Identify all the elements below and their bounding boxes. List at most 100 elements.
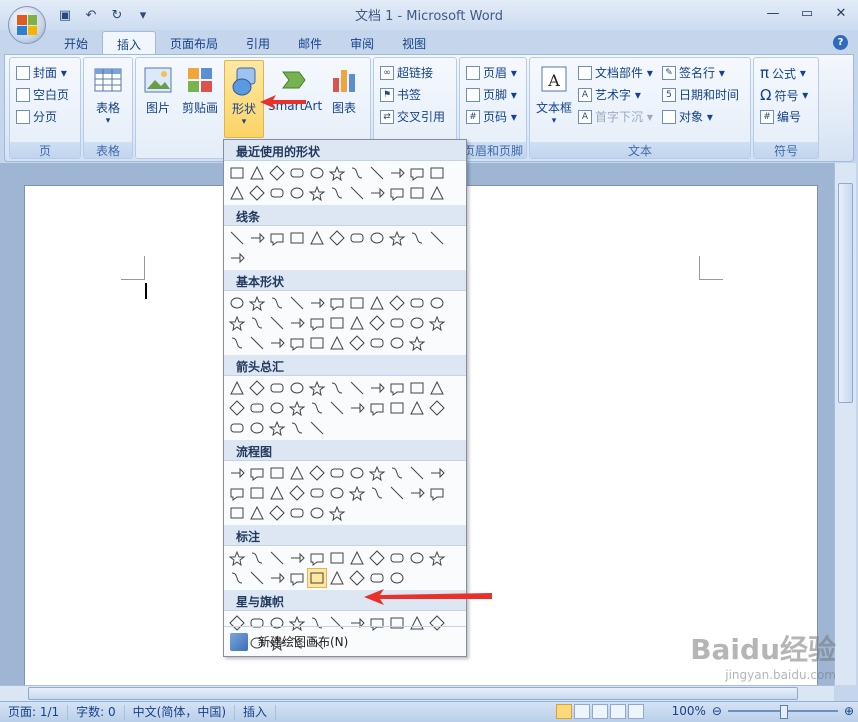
shape-option[interactable] (367, 333, 387, 353)
shape-option[interactable] (387, 548, 407, 568)
zoom-slider[interactable] (727, 705, 838, 719)
shape-option[interactable] (387, 313, 407, 333)
shape-option[interactable] (307, 313, 327, 333)
shape-option[interactable] (227, 248, 247, 268)
undo-icon[interactable]: ↶ (80, 6, 102, 24)
shape-option[interactable] (347, 333, 367, 353)
shape-option[interactable] (247, 333, 267, 353)
shape-option[interactable] (307, 418, 327, 438)
shape-option[interactable] (387, 293, 407, 313)
shape-option[interactable] (407, 378, 427, 398)
shape-option[interactable] (247, 483, 267, 503)
tab-view[interactable]: 视图 (388, 31, 440, 55)
shape-option[interactable] (307, 503, 327, 523)
outline-view-button[interactable] (610, 704, 626, 719)
shape-option[interactable] (247, 313, 267, 333)
shape-option[interactable] (347, 568, 367, 588)
shape-option[interactable] (387, 183, 407, 203)
shape-option[interactable] (427, 163, 447, 183)
office-button[interactable] (8, 6, 46, 44)
shape-option[interactable] (347, 463, 367, 483)
shape-option[interactable] (247, 568, 267, 588)
shape-option[interactable] (267, 293, 287, 313)
shape-option[interactable] (407, 483, 427, 503)
shape-option[interactable] (287, 568, 307, 588)
vertical-scrollbar[interactable] (834, 163, 856, 685)
equation-button[interactable]: π 公式 ▾ (760, 64, 806, 82)
draft-view-button[interactable] (628, 704, 644, 719)
shape-option[interactable] (227, 483, 247, 503)
shape-option[interactable] (247, 228, 267, 248)
tab-references[interactable]: 引用 (232, 31, 284, 55)
shape-option[interactable] (307, 463, 327, 483)
tab-page-layout[interactable]: 页面布局 (156, 31, 232, 55)
shape-option[interactable] (427, 313, 447, 333)
shape-option[interactable] (367, 293, 387, 313)
shape-option[interactable] (407, 548, 427, 568)
signature-button[interactable]: ✎ 签名行 ▾ (662, 64, 725, 81)
status-mode[interactable]: 插入 (235, 704, 277, 720)
shape-option[interactable] (327, 183, 347, 203)
shape-option[interactable] (327, 163, 347, 183)
shape-option[interactable] (227, 568, 247, 588)
shape-option[interactable] (247, 503, 267, 523)
fullscreen-reading-view-button[interactable] (574, 704, 590, 719)
page-break-button[interactable]: 分页 (16, 108, 57, 125)
shape-option[interactable] (307, 378, 327, 398)
bookmark-button[interactable]: ⚑ 书签 (380, 86, 421, 103)
shape-option[interactable] (407, 293, 427, 313)
blank-page-button[interactable]: 空白页 (16, 86, 69, 103)
shape-option[interactable] (267, 183, 287, 203)
shape-option[interactable] (387, 333, 407, 353)
shape-option[interactable] (347, 378, 367, 398)
shape-option[interactable] (387, 463, 407, 483)
shape-option[interactable] (367, 183, 387, 203)
shape-option[interactable] (427, 548, 447, 568)
print-layout-view-button[interactable] (556, 704, 572, 719)
shape-option[interactable] (267, 378, 287, 398)
shape-option[interactable] (287, 163, 307, 183)
shape-option[interactable] (307, 548, 327, 568)
shape-option[interactable] (227, 463, 247, 483)
shape-option[interactable] (227, 333, 247, 353)
shape-option[interactable] (267, 548, 287, 568)
shape-option[interactable] (347, 313, 367, 333)
shape-option[interactable] (367, 463, 387, 483)
shape-option[interactable] (407, 313, 427, 333)
shape-option[interactable] (267, 568, 287, 588)
wordart-button[interactable]: A 艺术字 ▾ (578, 86, 641, 103)
shape-option[interactable] (287, 463, 307, 483)
shape-option[interactable] (227, 228, 247, 248)
shape-option[interactable] (327, 378, 347, 398)
shape-option[interactable] (227, 293, 247, 313)
table-button[interactable]: 表格 ▾ (92, 64, 124, 126)
close-button[interactable]: ✕ (824, 0, 858, 26)
tab-mailings[interactable]: 邮件 (284, 31, 336, 55)
new-canvas-menu-item[interactable]: 新建绘图画布(N) (224, 626, 466, 656)
shape-option[interactable] (407, 228, 427, 248)
shape-option[interactable] (427, 378, 447, 398)
shape-option[interactable] (267, 163, 287, 183)
shape-option[interactable] (427, 293, 447, 313)
maximize-button[interactable]: ▭ (790, 0, 824, 26)
save-icon[interactable]: ▣ (54, 6, 76, 24)
shape-option[interactable] (387, 378, 407, 398)
zoom-out-icon[interactable]: ⊖ (712, 704, 722, 718)
shape-option[interactable] (287, 293, 307, 313)
shape-option[interactable] (407, 333, 427, 353)
shape-option[interactable] (387, 228, 407, 248)
shape-option[interactable] (247, 378, 267, 398)
shape-option[interactable] (287, 548, 307, 568)
tab-insert[interactable]: 插入 (102, 31, 157, 55)
quickparts-button[interactable]: 文档部件 ▾ (578, 64, 653, 81)
shape-option[interactable] (327, 503, 347, 523)
header-button[interactable]: 页眉 ▾ (466, 64, 517, 81)
shape-option[interactable] (307, 228, 327, 248)
shape-option[interactable] (367, 228, 387, 248)
shape-option[interactable] (267, 463, 287, 483)
shape-option[interactable] (407, 398, 427, 418)
shape-option[interactable] (367, 378, 387, 398)
shape-option[interactable] (307, 568, 327, 588)
shape-option[interactable] (227, 548, 247, 568)
shape-option[interactable] (327, 333, 347, 353)
